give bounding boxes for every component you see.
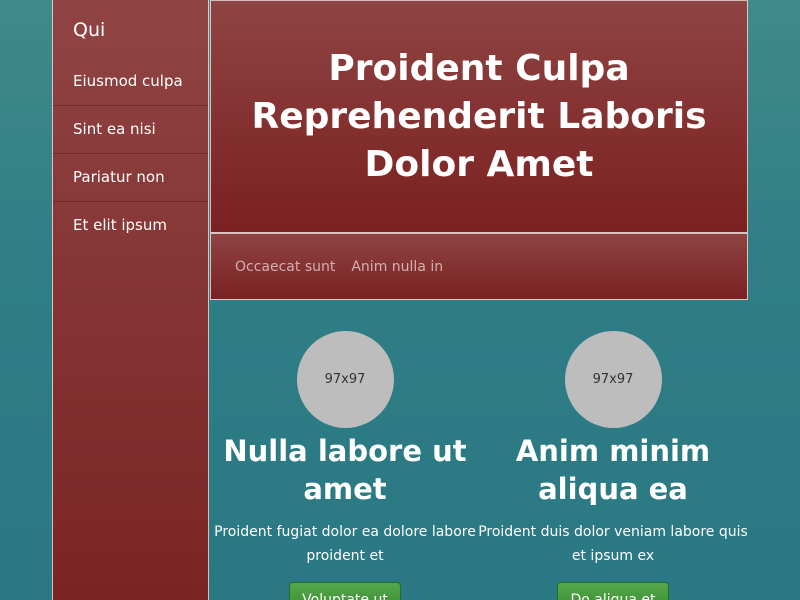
feature-button[interactable]: Voluptate ut (289, 582, 401, 600)
feature-title: Nulla labore ut amet (223, 434, 467, 506)
page-title: Proident Culpa Reprehenderit Laboris Dol… (251, 47, 707, 185)
sidebar-brand[interactable]: Qui (53, 0, 208, 58)
hero-banner: Proident Culpa Reprehenderit Laboris Dol… (210, 0, 748, 233)
sidebar-item-et-elit-ipsum[interactable]: Et elit ipsum (53, 202, 208, 250)
sidebar-item-eiusmod-culpa[interactable]: Eiusmod culpa (53, 58, 208, 106)
sidebar-item-sint-ea-nisi[interactable]: Sint ea nisi (53, 106, 208, 154)
feature-description: Proident duis dolor veniam labore quis e… (478, 524, 748, 564)
sidebar-item-pariatur-non[interactable]: Pariatur non (53, 154, 208, 202)
subnav-link-anim-nulla-in[interactable]: Anim nulla in (351, 259, 443, 275)
subnav-link-occaecat-sunt[interactable]: Occaecat sunt (235, 259, 335, 275)
feature-card: 97x97 Anim minim aliqua ea Proident duis… (478, 331, 748, 600)
feature-image-placeholder: 97x97 (296, 331, 394, 428)
feature-card: 97x97 Nulla labore ut amet Proident fugi… (210, 331, 480, 600)
feature-button[interactable]: Do aliqua et (557, 582, 669, 600)
feature-image-placeholder: 97x97 (564, 331, 662, 428)
feature-description: Proident fugiat dolor ea dolore labore p… (214, 524, 476, 564)
feature-title: Anim minim aliqua ea (515, 434, 711, 506)
sidebar: Qui Eiusmod culpa Sint ea nisi Pariatur … (52, 0, 209, 600)
subnav: Occaecat sunt Anim nulla in (210, 233, 748, 300)
